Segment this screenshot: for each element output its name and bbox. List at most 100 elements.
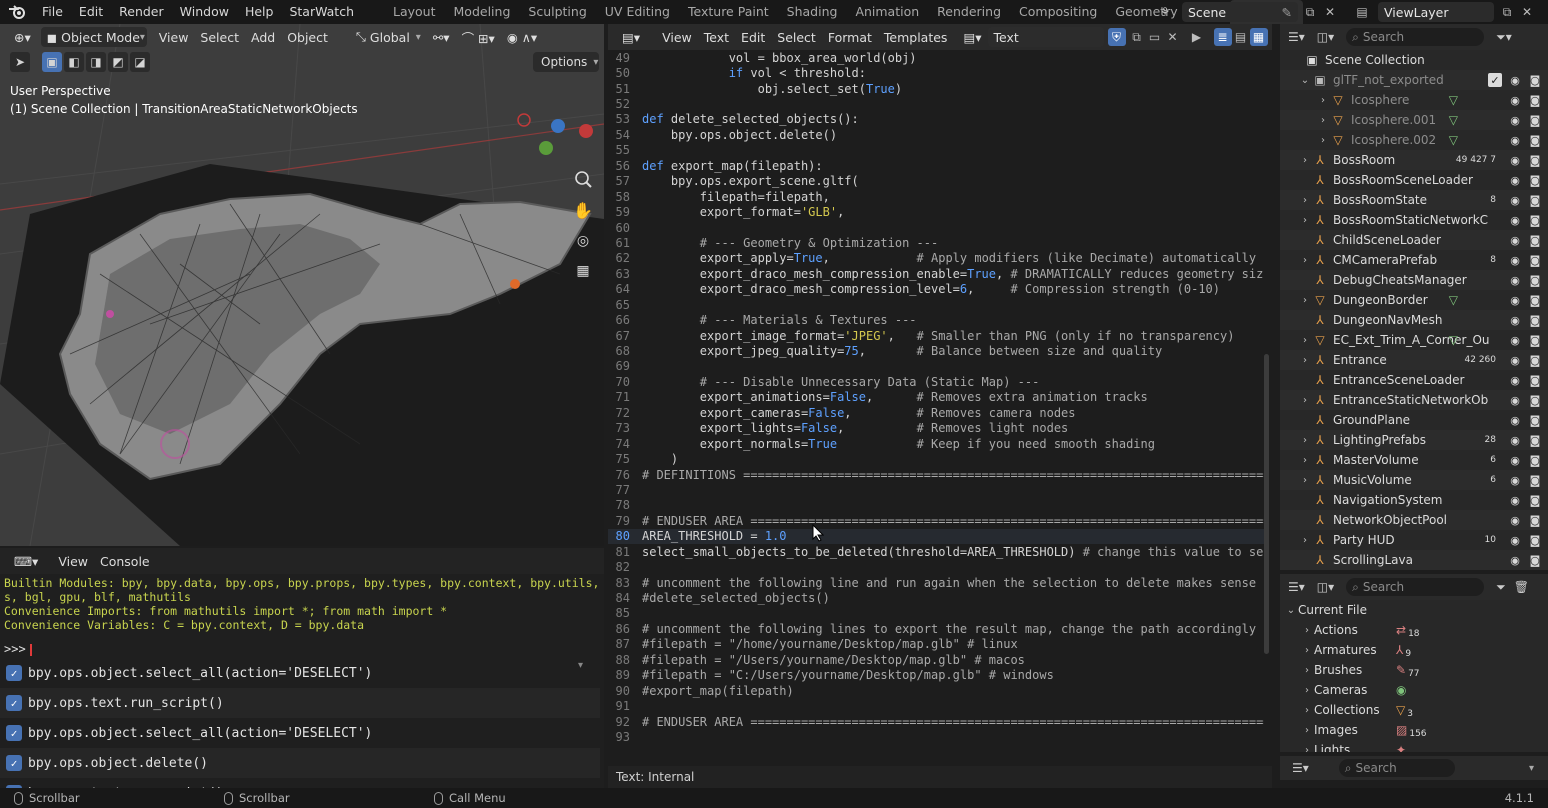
data-search-input[interactable]: ⌕ Search [1346,578,1485,596]
code-line[interactable]: 91 [608,698,1264,713]
eye-icon[interactable]: ◉ [1508,173,1522,187]
text-menu-templates[interactable]: Templates [878,27,954,47]
info-log-row[interactable]: ✓bpy.ops.text.run_script() [0,688,600,718]
data-item-brushes[interactable]: › Brushes ✎ 77 [1280,660,1548,680]
outliner-item[interactable]: › ▽ DungeonBorder ▽ ◉ ◙ [1280,290,1548,310]
viewport-menu-view[interactable]: View [153,27,195,47]
outliner-item[interactable]: ⅄ EntranceSceneLoader ◉ ◙ [1280,370,1548,390]
tab-uv-editing[interactable]: UV Editing [596,0,679,24]
viewport-menu-object[interactable]: Object [281,27,334,47]
eye-icon[interactable]: ◉ [1508,393,1522,407]
camera-render-icon[interactable]: ◙ [1528,373,1542,387]
menu-help[interactable]: Help [237,0,282,24]
menu-render[interactable]: Render [111,0,172,24]
eye-icon[interactable]: ◉ [1508,313,1522,327]
camera-render-icon[interactable]: ◙ [1528,233,1542,247]
expand-arrow-icon[interactable]: › [1300,725,1314,736]
outliner-search-input[interactable]: ⌕ Search [1346,28,1485,46]
outliner-item[interactable]: › ⅄ LightingPrefabs 28 ◉ ◙ [1280,430,1548,450]
snap-icon[interactable]: ⌒ ⊞▾ [456,27,501,47]
eye-icon[interactable]: ◉ [1508,93,1522,107]
outliner-item[interactable]: › ⅄ MasterVolume 6 ◉ ◙ [1280,450,1548,470]
console-menu-view[interactable]: View [52,551,94,571]
expand-arrow-icon[interactable]: › [1300,625,1314,636]
tab-layout[interactable]: Layout [384,0,445,24]
eye-icon[interactable]: ◉ [1508,73,1522,87]
editor-type-icon[interactable]: ⊕▾ [8,27,37,47]
menu-window[interactable]: Window [172,0,237,24]
eye-icon[interactable]: ◉ [1508,553,1522,567]
outliner-item[interactable]: ⅄ DebugCheatsManager ◉ ◙ [1280,270,1548,290]
eye-icon[interactable]: ◉ [1508,133,1522,147]
code-line[interactable]: 79 # ENDUSER AREA =======================… [608,513,1264,528]
info-log-row[interactable]: ✓bpy.ops.text.run_script() [0,778,600,788]
text-menu-text[interactable]: Text [698,27,735,47]
code-area[interactable]: 49 vol = bbox_area_world(obj) 50 if vol <… [608,50,1264,766]
viewport-menu-add[interactable]: Add [245,27,281,47]
display-mode-icon[interactable]: ◫▾ [1317,30,1334,44]
code-line[interactable]: 66 # --- Materials & Textures --- [608,312,1264,327]
chevron-down-icon[interactable]: ▾ [1529,763,1534,774]
code-line[interactable]: 80 AREA_THRESHOLD = 1.0 [608,528,1264,544]
python-console[interactable]: ⌨▾ View Console Builtin Modules: bpy, bpy… [0,548,604,788]
code-line[interactable]: 65 [608,297,1264,312]
eye-icon[interactable]: ◉ [1508,273,1522,287]
data-item-actions[interactable]: › Actions ⇄ 18 [1280,620,1548,640]
select-intersect-icon[interactable]: ◪ [130,52,150,72]
camera-render-icon[interactable]: ◙ [1528,393,1542,407]
expand-arrow-icon[interactable]: › [1316,115,1330,126]
blender-logo-icon[interactable] [0,4,34,20]
select-tool-icon[interactable]: ➤ [10,52,30,72]
tab-rendering[interactable]: Rendering [928,0,1010,24]
tab-texture-paint[interactable]: Texture Paint [679,0,778,24]
expand-arrow-icon[interactable]: › [1298,475,1312,486]
fake-user-shield-icon[interactable]: ⛨ [1107,28,1126,46]
code-line[interactable]: 92 # ENDUSER AREA =======================… [608,714,1264,729]
camera-render-icon[interactable]: ◙ [1528,493,1542,507]
eye-icon[interactable]: ◉ [1508,473,1522,487]
code-line[interactable]: 55 [608,143,1264,158]
code-line[interactable]: 89 #filepath = "C:/Users/yourname/Desktop… [608,668,1264,683]
data-item-collections[interactable]: › Collections ▽ 3 [1280,700,1548,720]
properties-editor-type-icon[interactable]: ☰▾ [1292,761,1309,775]
code-line[interactable]: 54 bpy.ops.object.delete() [608,127,1264,142]
camera-render-icon[interactable]: ◙ [1528,353,1542,367]
code-line[interactable]: 81 select_small_objects_to_be_deleted(thr… [608,544,1264,559]
expand-arrow-icon[interactable]: › [1316,135,1330,146]
outliner-item[interactable]: › ⅄ EntranceStaticNetworkOb ◉ ◙ [1280,390,1548,410]
eye-icon[interactable]: ◉ [1508,233,1522,247]
expand-arrow-icon[interactable]: › [1300,705,1314,716]
code-line[interactable]: 75 ) [608,451,1264,466]
text-menu-view[interactable]: View [656,27,698,47]
outliner-item[interactable]: ⅄ NetworkObjectPool ◉ ◙ [1280,510,1548,530]
camera-render-icon[interactable]: ◙ [1528,293,1542,307]
properties-search-input[interactable]: ⌕ Search [1338,759,1455,777]
info-log-row[interactable]: ✓ bpy.ops.object.select_all(action='DESEL… [0,658,600,688]
viewport-menu-select[interactable]: Select [194,27,245,47]
camera-render-icon[interactable]: ◙ [1528,213,1542,227]
outliner-item[interactable]: ⅄ ChildSceneLoader ◉ ◙ [1280,230,1548,250]
text-datablock-field[interactable]: Text [987,27,1104,47]
new-text-icon[interactable]: ⧉ [1128,28,1146,46]
scene-collection-row[interactable]: ▣ Scene Collection [1280,50,1548,70]
select-subtract-icon[interactable]: ◨ [86,52,106,72]
scene-selector-icon[interactable]: ⚘ [1152,3,1178,21]
object-mode-dropdown[interactable]: ◼ Object Mode ▾ [40,27,147,47]
outliner-item[interactable]: › ⅄ Party HUD 10 ◉ ◙ [1280,530,1548,550]
code-line[interactable]: 74 export_normals=True # Keep if you nee… [608,436,1264,451]
code-line[interactable]: 90 #export_map(filepath) [608,683,1264,698]
options-dropdown[interactable]: Options ▾ [533,52,599,72]
eye-icon[interactable]: ◉ [1508,213,1522,227]
view-layer-icon[interactable]: ▤ [1350,3,1374,21]
outliner-item[interactable]: ⅄ DungeonNavMesh ◉ ◙ [1280,310,1548,330]
code-line[interactable]: 61 # --- Geometry & Optimization --- [608,235,1264,250]
eye-icon[interactable]: ◉ [1508,333,1522,347]
grid-ortho-icon[interactable]: ▦ [570,258,596,284]
code-line[interactable]: 64 export_draco_mesh_compression_level=6… [608,282,1264,297]
syntax-highlight-icon[interactable]: ▦ [1249,28,1268,46]
expand-arrow-icon[interactable]: › [1300,645,1314,656]
camera-render-icon[interactable]: ◙ [1528,473,1542,487]
console-editor-type-icon[interactable]: ⌨▾ [8,551,44,571]
code-line[interactable]: 71 export_animations=False, # Removes ex… [608,390,1264,405]
eye-icon[interactable]: ◉ [1508,153,1522,167]
